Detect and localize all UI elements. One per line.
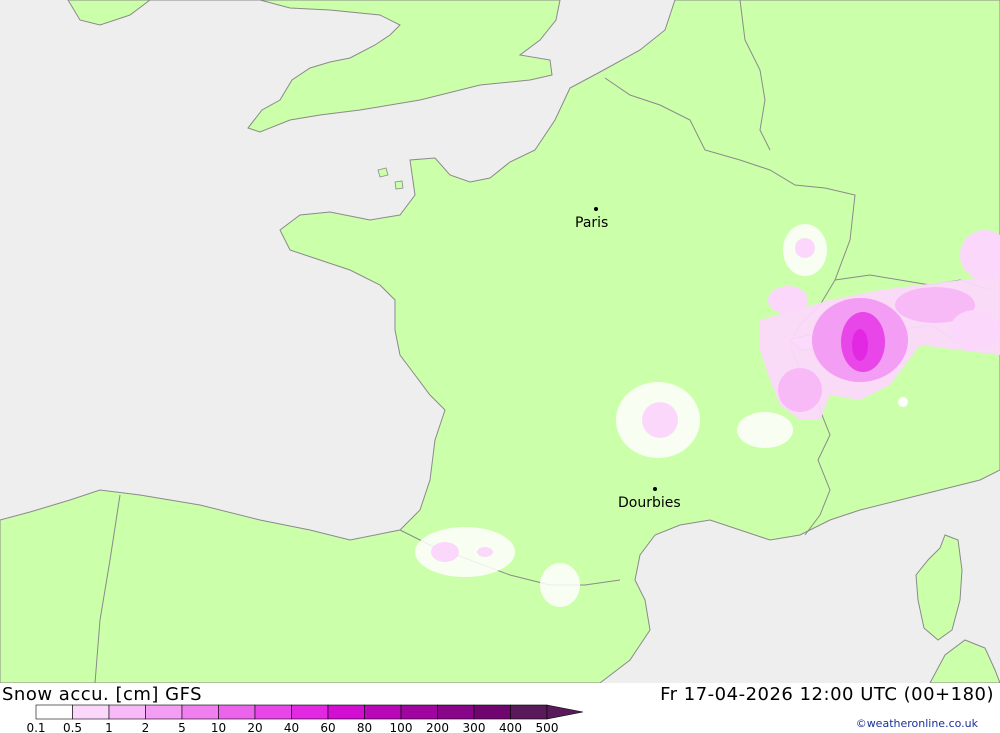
scale-tick-label: 300	[463, 721, 486, 733]
scale-tick-label: 0.1	[26, 721, 45, 733]
city-marker	[653, 487, 657, 491]
scale-tick-label: 40	[284, 721, 299, 733]
color-scale: 0.1 0.5 1 2 5 10 20 40 60 80 100 200 300 400 500	[26, 704, 584, 733]
product-title: Snow accu. [cm] GFS	[2, 684, 203, 705]
scale-box	[291, 704, 329, 720]
scale-box	[364, 704, 402, 720]
scale-tick-label: 2	[142, 721, 150, 733]
scale-box	[72, 704, 110, 720]
city-label: Dourbies	[618, 495, 681, 511]
scale-tick-label: 10	[211, 721, 226, 733]
scale-tick-label: 400	[499, 721, 522, 733]
scale-tick-label: 20	[247, 721, 262, 733]
scale-box	[327, 704, 365, 720]
scale-tick-label: 1	[105, 721, 113, 733]
city-label: Paris	[575, 215, 608, 231]
scale-tick-label: 0.5	[63, 721, 82, 733]
scale-ticks: 0.1 0.5 1 2 5 10 20 40 60 80 100 200 300 400 500	[26, 721, 558, 733]
scale-tick-label: 60	[320, 721, 335, 733]
snow-map: Paris Dourbies	[0, 0, 1000, 683]
scale-arrow	[546, 704, 584, 720]
scale-box	[108, 704, 146, 720]
scale-box	[400, 704, 438, 720]
scale-box	[145, 704, 183, 720]
scale-box	[437, 704, 475, 720]
scale-tick-label: 200	[426, 721, 449, 733]
scale-box	[510, 704, 548, 720]
scale-box	[473, 704, 511, 720]
credit-link[interactable]: ©weatheronline.co.uk	[856, 717, 978, 730]
scale-tick-label: 80	[357, 721, 372, 733]
city-marker	[594, 207, 598, 211]
valid-time: Fr 17-04-2026 12:00 UTC (00+180)	[660, 684, 994, 705]
scale-tick-label: 100	[390, 721, 413, 733]
scale-boxes	[35, 704, 584, 720]
scale-tick-label: 500	[536, 721, 559, 733]
scale-box	[254, 704, 292, 720]
scale-box	[218, 704, 256, 720]
scale-box	[35, 704, 73, 720]
scale-tick-label: 5	[178, 721, 186, 733]
scale-box	[181, 704, 219, 720]
